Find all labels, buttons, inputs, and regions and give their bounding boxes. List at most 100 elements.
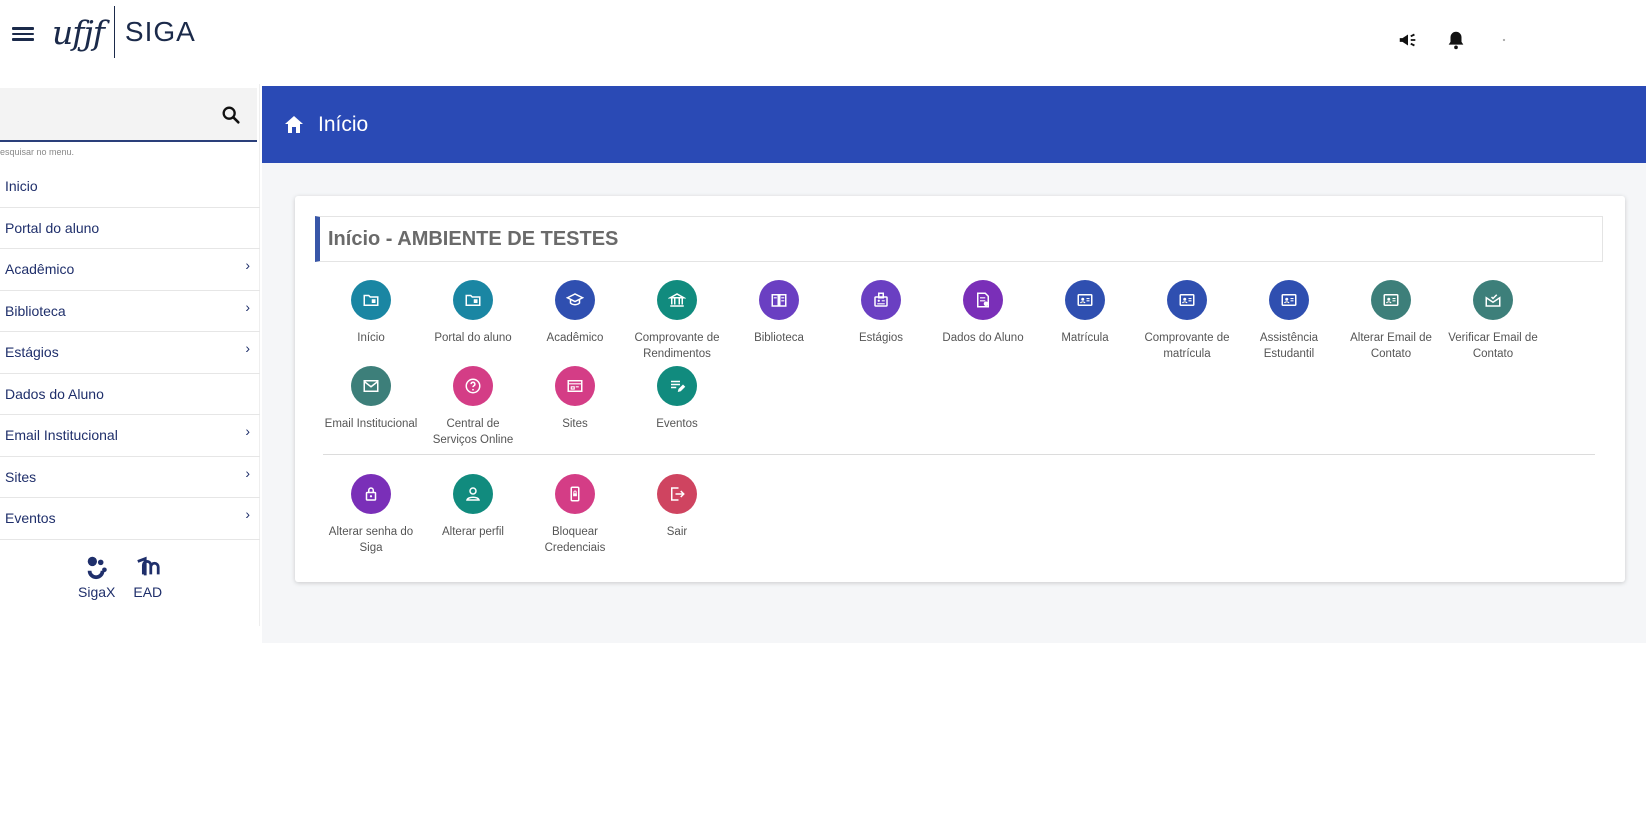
shortcut-label: Verificar Email de Contato (1448, 332, 1538, 360)
search-hint: esquisar no menu. (0, 147, 75, 157)
shortcut-label: Central de Serviços Online (432, 418, 514, 446)
shortcut-label: Eventos (656, 418, 698, 430)
shortcut-label: Alterar perfil (442, 526, 504, 538)
shortcut-sair[interactable]: Sair (629, 474, 725, 540)
document-icon (963, 280, 1003, 320)
megaphone-icon[interactable] (1396, 28, 1420, 52)
sidebar-item-portal-do-aluno[interactable]: Portal do aluno (0, 208, 260, 249)
id-card-icon (1065, 280, 1105, 320)
graduation-cap-icon (555, 280, 595, 320)
folder-icon (453, 280, 493, 320)
top-header: ufjf SIGA (0, 0, 1646, 84)
shortcut-inicio[interactable]: Início (323, 280, 419, 346)
sidebar-item-label: Email Institucional (5, 427, 118, 444)
sidebar-item-inicio[interactable]: Inicio (0, 166, 260, 208)
shortcut-label: Portal do aluno (434, 332, 512, 344)
shortcut-portal-do-aluno[interactable]: Portal do aluno (425, 280, 521, 346)
shortcut-verificar-email-de-contato[interactable]: Verificar Email de Contato (1445, 280, 1541, 362)
badge-icon (861, 280, 901, 320)
card-header: Início - AMBIENTE DE TESTES (315, 216, 1603, 262)
sidebar-item-label: Estágios (5, 344, 59, 361)
ead-label: EAD (133, 584, 163, 600)
shortcut-eventos[interactable]: Eventos (629, 366, 725, 432)
logout-icon (657, 474, 697, 514)
user-menu-icon[interactable] (1492, 28, 1516, 52)
page-title: Início (318, 112, 369, 136)
sidebar-item-label: Portal do aluno (5, 219, 100, 236)
shortcut-dados-do-aluno[interactable]: Dados do Aluno (935, 280, 1031, 346)
sidebar-item-estagios[interactable]: Estágios › (0, 332, 260, 374)
sidebar-item-label: Eventos (5, 510, 56, 527)
page-title-band: Início (262, 86, 1646, 163)
menu-toggle-icon[interactable] (12, 24, 34, 42)
sidebar-search (0, 88, 257, 142)
chevron-right-icon: › (245, 340, 250, 356)
shortcut-label: Sites (562, 418, 588, 430)
sidebar-item-dados-do-aluno[interactable]: Dados do Aluno (0, 374, 260, 415)
book-icon (759, 280, 799, 320)
id-card-icon (1371, 280, 1411, 320)
shortcut-academico[interactable]: Acadêmico (527, 280, 623, 346)
sidebar-item-academico[interactable]: Acadêmico › (0, 249, 260, 291)
shortcut-alterar-senha-do-siga[interactable]: Alterar senha do Siga (323, 474, 419, 556)
sidebar-item-sites[interactable]: Sites › (0, 457, 260, 498)
shortcut-label: Acadêmico (546, 332, 604, 344)
sigax-label: SigaX (78, 584, 116, 600)
shortcut-label: Assistência Estudantil (1259, 332, 1319, 360)
sigax-link[interactable]: SigaX (78, 554, 115, 600)
help-icon (453, 366, 493, 406)
shortcuts-card: Início - AMBIENTE DE TESTES Início Portal… (295, 196, 1625, 582)
shortcut-assistencia-estudantil[interactable]: Assistência Estudantil (1241, 280, 1337, 362)
shortcut-alterar-email-de-contato[interactable]: Alterar Email de Contato (1343, 280, 1439, 362)
shortcut-divider (323, 454, 1595, 455)
shortcut-biblioteca[interactable]: Biblioteca (731, 280, 827, 346)
search-input[interactable] (0, 88, 210, 138)
mail-icon (351, 366, 391, 406)
shortcut-label: Bloquear Credenciais (544, 526, 606, 554)
shortcut-sites[interactable]: Sites (527, 366, 623, 432)
search-icon[interactable] (220, 104, 242, 126)
sidebar-item-label: Sites (5, 468, 37, 485)
shortcut-alterar-perfil[interactable]: Alterar perfil (425, 474, 521, 540)
chevron-right-icon: › (245, 464, 250, 481)
chevron-right-icon: › (245, 298, 250, 315)
shortcut-label: Alterar senha do Siga (328, 526, 414, 554)
lock-icon (351, 474, 391, 514)
shortcut-bloquear-credenciais[interactable]: Bloquear Credenciais (527, 474, 623, 556)
sidebar-item-email-institucional[interactable]: Email Institucional › (0, 415, 260, 457)
edit-list-icon (657, 366, 697, 406)
sidebar-item-label: Biblioteca (5, 302, 66, 319)
shortcut-label: Comprovante de matrícula (1144, 332, 1230, 360)
shortcut-label: Matrícula (1061, 332, 1109, 344)
shortcut-label: Biblioteca (754, 332, 804, 344)
shortcut-label: Dados do Aluno (942, 332, 1024, 344)
sidebar-item-eventos[interactable]: Eventos › (0, 498, 260, 540)
logo-separator (113, 6, 115, 58)
browser-icon (555, 366, 595, 406)
sidebar-menu: Inicio Portal do aluno Acadêmico › Biblio… (0, 166, 260, 540)
card-title: Início - AMBIENTE DE TESTES (328, 227, 619, 250)
chevron-right-icon: › (245, 506, 250, 522)
bank-icon (657, 280, 697, 320)
shortcut-matricula[interactable]: Matrícula (1037, 280, 1133, 346)
logo-siga: SIGA (124, 16, 196, 47)
shortcut-email-institucional[interactable]: Email Institucional (323, 366, 419, 432)
bell-icon[interactable] (1444, 28, 1468, 52)
shortcut-comprovante-de-rendimentos[interactable]: Comprovante de Rendimentos (629, 280, 725, 362)
sidebar-item-label: Inicio (5, 178, 38, 195)
id-card-icon (1269, 280, 1309, 320)
shortcut-comprovante-de-matricula[interactable]: Comprovante de matrícula (1139, 280, 1235, 362)
shortcut-central-de-servicos-online[interactable]: Central de Serviços Online (425, 366, 521, 448)
shortcut-label: Estágios (858, 332, 904, 344)
sidebar: esquisar no menu. Inicio Portal do aluno… (0, 84, 260, 626)
ead-logo-icon (137, 556, 160, 576)
sigax-logo-icon (87, 556, 107, 580)
ead-link[interactable]: EAD (133, 554, 162, 600)
user-icon (453, 474, 493, 514)
app-logo[interactable]: ufjf SIGA (52, 4, 196, 60)
logo-ufjf: ufjf (52, 12, 105, 52)
sidebar-item-label: Dados do Aluno (5, 385, 104, 402)
sidebar-item-biblioteca[interactable]: Biblioteca › (0, 291, 260, 332)
shortcut-label: Sair (666, 526, 688, 538)
shortcut-estagios[interactable]: Estágios (833, 280, 929, 346)
